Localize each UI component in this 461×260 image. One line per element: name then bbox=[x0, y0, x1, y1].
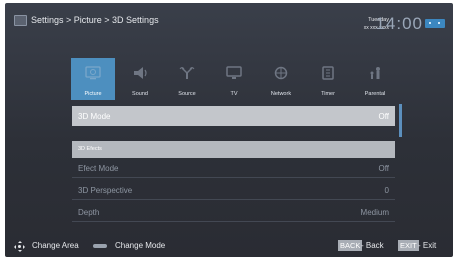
remote-button-icon bbox=[93, 244, 107, 248]
picture-icon bbox=[85, 66, 101, 80]
tab-label: Network bbox=[270, 91, 292, 97]
tab-label: Source bbox=[178, 91, 196, 97]
tab-parental[interactable]: Parental bbox=[353, 58, 397, 100]
setting-row-3d-perspective[interactable]: 3D Perspective 0 bbox=[72, 180, 395, 200]
tv-icon bbox=[226, 66, 242, 79]
sound-icon bbox=[134, 67, 147, 79]
setting-value: Medium bbox=[360, 208, 389, 217]
back-key-badge: BACK bbox=[338, 240, 363, 251]
setting-label: Depth bbox=[78, 208, 100, 217]
setting-row-3d-mode[interactable]: 3D Mode Off bbox=[72, 106, 395, 126]
tab-label: TV bbox=[230, 91, 238, 97]
exit-key-badge: EXIT bbox=[398, 240, 419, 251]
setting-row-efect-mode[interactable]: Efect Mode Off bbox=[72, 158, 395, 178]
settings-menu-icon bbox=[14, 15, 27, 26]
tab-label: Picture bbox=[84, 91, 102, 97]
source-icon bbox=[179, 67, 195, 79]
tab-network[interactable]: Network bbox=[259, 58, 303, 100]
back-button[interactable]: - Back bbox=[361, 241, 384, 250]
section-header: 3D Efects bbox=[72, 141, 395, 158]
setting-row-depth[interactable]: Depth Medium bbox=[72, 202, 395, 222]
tv-settings-screen: Settings > Picture > 3D Settings Tuesday… bbox=[5, 3, 453, 257]
tab-label: Parental bbox=[364, 91, 386, 97]
tab-tv[interactable]: TV bbox=[212, 58, 256, 100]
hint-change-area: Change Area bbox=[32, 241, 79, 250]
tab-picture[interactable]: Picture bbox=[71, 58, 115, 100]
tab-label: Timer bbox=[321, 91, 335, 97]
setting-value: Off bbox=[378, 164, 389, 173]
setting-value: Off bbox=[378, 112, 389, 121]
setting-value: 0 bbox=[384, 186, 389, 195]
tab-timer[interactable]: Timer bbox=[306, 58, 350, 100]
section-title: 3D Efects bbox=[78, 146, 102, 152]
hint-change-mode: Change Mode bbox=[115, 241, 166, 250]
setting-label: 3D Perspective bbox=[78, 186, 133, 195]
footer-hints: Change Area Change Mode BACK - Back EXIT… bbox=[5, 237, 453, 257]
setting-label: 3D Mode bbox=[78, 112, 111, 121]
tab-source[interactable]: Source bbox=[165, 58, 209, 100]
status-badge bbox=[425, 19, 445, 28]
tab-label: Sound bbox=[132, 91, 148, 97]
exit-button[interactable]: - Exit bbox=[418, 241, 436, 250]
tab-sound[interactable]: Sound bbox=[118, 58, 162, 100]
setting-label: Efect Mode bbox=[78, 164, 119, 173]
dpad-icon bbox=[14, 241, 25, 252]
clock: 14:00 bbox=[375, 14, 423, 33]
parental-icon bbox=[370, 67, 380, 79]
list-scrollbar[interactable] bbox=[399, 104, 402, 137]
timer-icon bbox=[322, 66, 334, 80]
settings-menu-bar: Picture Sound Source TV Network Timer Pa… bbox=[71, 58, 399, 100]
breadcrumb: Settings > Picture > 3D Settings bbox=[31, 15, 159, 25]
network-icon bbox=[274, 66, 288, 80]
